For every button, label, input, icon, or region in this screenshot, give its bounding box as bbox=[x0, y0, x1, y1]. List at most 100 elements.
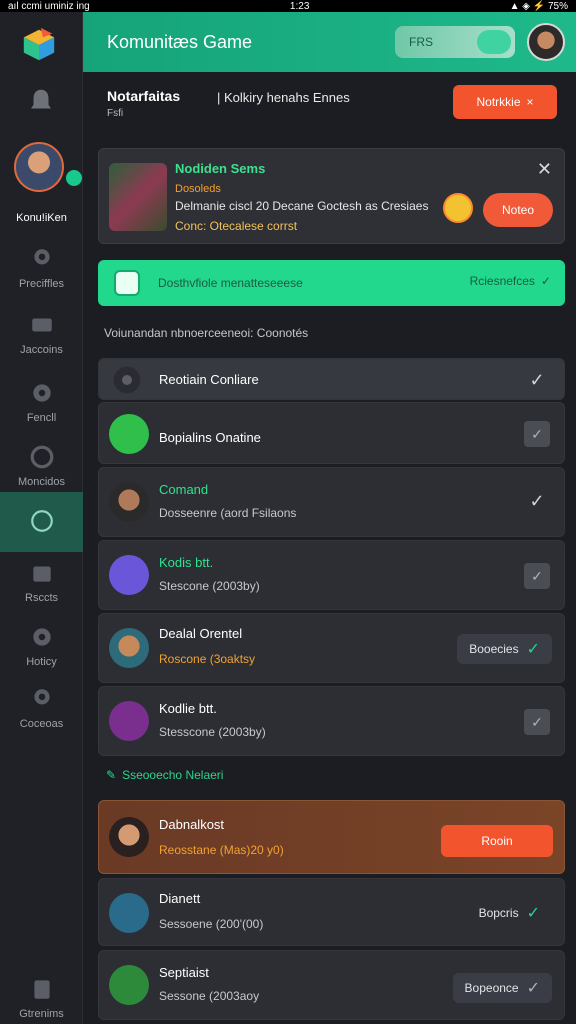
notice-button[interactable]: Notrkkie × bbox=[453, 85, 557, 119]
row-sub: Roscone (3oaktsy bbox=[159, 652, 256, 666]
sidebar-item-moncidos[interactable]: Moncidos bbox=[0, 444, 83, 488]
check-icon: ✓ bbox=[526, 905, 540, 922]
sidebar-item-label: Hoticy bbox=[26, 656, 57, 668]
card-sub: Conc: Otecalese corrst bbox=[175, 219, 298, 233]
check-icon: ✓ bbox=[526, 641, 540, 658]
checkbox[interactable]: ✓ bbox=[524, 709, 550, 735]
check-logo-icon bbox=[114, 270, 140, 296]
avatar bbox=[109, 893, 149, 933]
sidebar-item-label: Coceoas bbox=[19, 718, 64, 730]
row-sub: Dosseenre (aord Fsilaons bbox=[159, 506, 297, 520]
row-action-label: Bopeonce bbox=[464, 981, 519, 995]
list-item[interactable]: Kodis btt. Stescone (2003by) ✓ bbox=[98, 540, 565, 610]
row-action-label: Booecies bbox=[469, 642, 519, 656]
banner-right: Rciesnefces ✓ bbox=[470, 274, 551, 288]
check-icon[interactable]: ✓ bbox=[524, 488, 550, 514]
row-name: Dianett bbox=[159, 891, 201, 906]
sidebar-item-rsccts[interactable]: Rsccts bbox=[0, 560, 83, 604]
app-logo-icon[interactable] bbox=[20, 26, 58, 64]
check-icon: ✓ bbox=[540, 274, 551, 288]
row-action-button[interactable]: Rooin bbox=[441, 825, 553, 857]
chat-icon bbox=[30, 510, 53, 532]
sidebar-item-jaccoins[interactable]: Jaccoins bbox=[0, 312, 83, 356]
status-bar: aıl ccmi uminiz ing 1:23 ▲ ◈ ⚡ 75% bbox=[0, 0, 576, 12]
pin-icon bbox=[33, 689, 50, 705]
sidebar-item-coceoas[interactable]: Coceoas bbox=[0, 686, 83, 730]
sidebar-item-chat[interactable] bbox=[0, 492, 83, 552]
notification-header: Notarfaitas | Kolkiry henahs Ennes Fsfi … bbox=[83, 72, 576, 134]
checkbox[interactable]: ✓ bbox=[524, 421, 550, 447]
toggle-label: FRS bbox=[409, 35, 433, 49]
status-right-text: ▲ ◈ ⚡ 75% bbox=[509, 0, 568, 12]
notice-text: | Kolkiry henahs Ennes bbox=[217, 90, 350, 105]
status-toggle[interactable]: FRS bbox=[395, 26, 515, 58]
list-item[interactable]: Comand Dosseenre (aord Fsilaons ✓ bbox=[98, 467, 565, 537]
row-name: Comand bbox=[159, 482, 209, 497]
card-action-button[interactable]: Noteo bbox=[483, 193, 553, 227]
avatar bbox=[109, 965, 149, 1005]
sidebar-item-label: Fencll bbox=[26, 412, 57, 424]
list-item[interactable]: Septiaist Sessone (2003aoy Bopeonce ✓ bbox=[98, 950, 565, 1020]
avatar bbox=[109, 817, 149, 857]
sidebar-item-label: Rsccts bbox=[25, 592, 58, 604]
row-name: Kodis btt. bbox=[159, 555, 214, 570]
sidebar-item-hoticy[interactable]: Hoticy bbox=[0, 624, 83, 668]
row-name: Septiaist bbox=[159, 965, 209, 980]
game-card: Nodiden Sems Dosoleds Delmanie ciscl 20 … bbox=[98, 148, 565, 244]
row-sub: Sessoene (200'(00) bbox=[159, 917, 264, 931]
card-text: Delmanie ciscl 20 Decane Goctesh as Cres… bbox=[175, 199, 429, 213]
avatar bbox=[109, 701, 149, 741]
toggle-knob[interactable] bbox=[477, 30, 511, 54]
clipboard-icon bbox=[33, 980, 50, 999]
game-thumbnail bbox=[109, 163, 167, 231]
list-item[interactable]: Dealal Orentel Roscone (3oaktsy Booecies… bbox=[98, 613, 565, 683]
row-name: Reotiain Conliare bbox=[159, 372, 259, 387]
sidebar-item-label: Jaccoins bbox=[20, 344, 63, 356]
success-banner[interactable]: Dosthvfiole menatteseeese Rciesnefces ✓ bbox=[98, 260, 565, 306]
row-sub: Stescone (2003by) bbox=[159, 579, 260, 593]
close-icon[interactable]: ✕ bbox=[537, 159, 552, 180]
user-avatar[interactable] bbox=[14, 142, 64, 192]
row-name: Kodlie btt. bbox=[159, 701, 217, 716]
sidebar-user-name: Konu!iKen bbox=[16, 212, 67, 224]
subsection-title: Sseooecho Nelaeri bbox=[122, 768, 224, 782]
store-icon bbox=[31, 318, 52, 332]
bell-icon[interactable] bbox=[26, 86, 56, 116]
sidebar-item-gtrenims[interactable]: Gtrenims bbox=[0, 976, 83, 1020]
status-left-text: aıl ccmi uminiz ing bbox=[8, 0, 90, 12]
highlighted-list-item[interactable]: Dabnalkost Reosstane (Mas)20 y0) Rooin bbox=[98, 800, 565, 874]
row-action-button[interactable]: Bopcris ✓ bbox=[467, 898, 552, 928]
status-time: 1:23 bbox=[289, 0, 310, 12]
smiley-icon bbox=[30, 445, 53, 469]
list-item[interactable]: Kodlie btt. Stesscone (2003by) ✓ bbox=[98, 686, 565, 756]
row-name: Dealal Orentel bbox=[159, 626, 243, 641]
list-item[interactable]: Bopialins Onatine ✓ bbox=[98, 402, 565, 464]
card-title: Nodiden Sems bbox=[175, 161, 266, 176]
notice-title: Notarfaitas bbox=[107, 88, 181, 104]
profile-avatar[interactable] bbox=[527, 23, 565, 61]
banner-text: Dosthvfiole menatteseeese bbox=[158, 276, 303, 290]
row-action-button[interactable]: Bopeonce ✓ bbox=[452, 973, 552, 1003]
row-action-button[interactable]: Booecies ✓ bbox=[457, 634, 552, 664]
sidebar-item-fencll[interactable]: Fencll bbox=[0, 380, 83, 424]
avatar bbox=[109, 555, 149, 595]
avatar bbox=[109, 628, 149, 668]
notice-button-label: Notrkkie bbox=[476, 95, 521, 109]
wrench-icon: ✎ bbox=[106, 768, 117, 782]
row-sub: Reosstane (Mas)20 y0) bbox=[159, 843, 284, 857]
card-tag: Dosoleds bbox=[175, 183, 221, 195]
top-bar: Komunitæs Game FRS bbox=[83, 12, 576, 72]
gear-icon bbox=[32, 384, 51, 402]
gear-icon bbox=[113, 366, 141, 394]
notice-sub: Fsfi bbox=[107, 108, 124, 119]
checkbox[interactable]: ✓ bbox=[524, 563, 550, 589]
check-icon[interactable]: ✓ bbox=[524, 367, 550, 393]
sidebar-item-label: Moncidos bbox=[17, 476, 66, 488]
sidebar-item-label: Gtrenims bbox=[19, 1008, 64, 1020]
sidebar-item-preciffles[interactable]: Preciffles bbox=[0, 246, 83, 290]
row-name: Dabnalkost bbox=[159, 817, 225, 832]
list-item[interactable]: Dianett Sessoene (200'(00) Bopcris ✓ bbox=[98, 878, 565, 946]
avatar bbox=[109, 414, 149, 454]
banner-right-label: Rciesnefces bbox=[469, 274, 535, 288]
list-item[interactable]: Reotiain Conliare ✓ bbox=[98, 358, 565, 400]
